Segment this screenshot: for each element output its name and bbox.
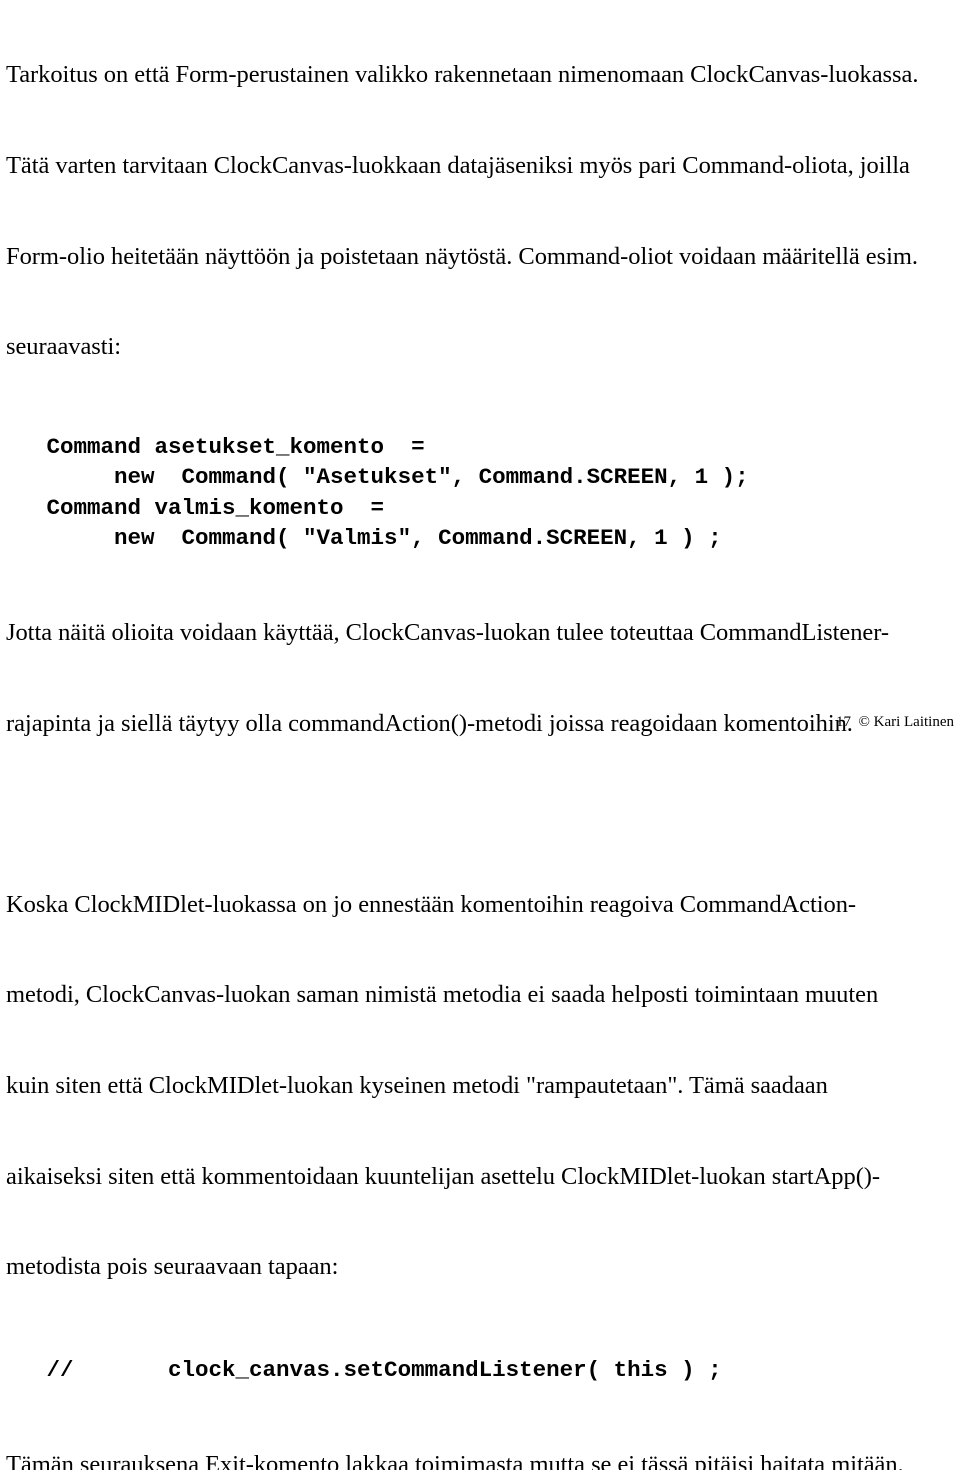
exit-command-paragraph: Tämän seurauksena Exit-komento lakkaa to… [6,1389,956,1470]
paragraph-line: seuraavasti: [6,333,122,361]
code-line: Command valmis_komento = [6,494,385,521]
paragraph-line: Tätä varten tarvitaan ClockCanvas-luokka… [6,152,910,180]
commented-listener-code: // clock_canvas.setCommandListener( this… [6,1355,956,1386]
code-line: Command asetukset_komento = [6,433,425,460]
paragraph-line: metodista pois seuraavaan tapaan: [6,1253,339,1281]
paragraph-line: Form-olio heitetään näyttöön ja poisteta… [6,242,918,270]
intro-paragraph: Tarkoitus on että Form-perustainen valik… [6,0,956,423]
code-line: new Command( "Valmis", Command.SCREEN, 1… [6,525,722,552]
code-line: // clock_canvas.setCommandListener( this… [6,1356,722,1383]
paragraph-line: kuin siten että ClockMIDlet-luokan kysei… [6,1072,828,1100]
paragraph-line: Koska ClockMIDlet-luokassa on jo ennestä… [6,890,857,918]
command-declaration-code: Command asetukset_komento = new Command(… [6,432,956,554]
paragraph-line: Tämän seurauksena Exit-komento lakkaa to… [6,1450,904,1470]
page-footer: 17 © Kari Laitinen [835,714,954,730]
paragraph-line: aikaiseksi siten että kommentoidaan kuun… [6,1162,881,1190]
paragraph-line: Jotta näitä olioita voidaan käyttää, Clo… [6,619,889,647]
paragraph-line: Tarkoitus on että Form-perustainen valik… [6,61,919,89]
code-line: new Command( "Asetukset", Command.SCREEN… [6,464,749,491]
commandlistener-paragraph: Jotta näitä olioita voidaan käyttää, Clo… [6,558,956,800]
clockmidlet-paragraph: Koska ClockMIDlet-luokassa on jo ennestä… [6,829,956,1342]
document-page: Tarkoitus on että Form-perustainen valik… [0,0,960,1470]
paragraph-line: metodi, ClockCanvas-luokan saman nimistä… [6,981,879,1009]
